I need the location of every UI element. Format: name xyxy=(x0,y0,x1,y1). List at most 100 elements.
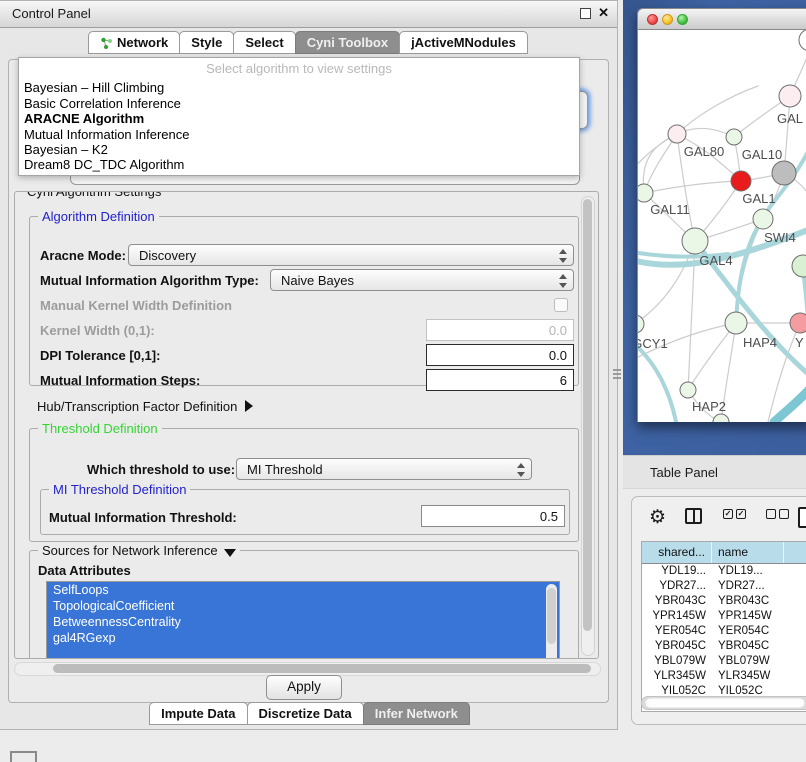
apply-button[interactable]: Apply xyxy=(266,675,342,700)
mi-threshold-input[interactable]: 0.5 xyxy=(421,505,565,527)
list-scrollbar[interactable] xyxy=(546,584,557,659)
data-attributes-list[interactable]: SelfLoops TopologicalCoefficient Between… xyxy=(46,581,560,659)
tab-network[interactable]: Network xyxy=(88,31,180,54)
network-edge[interactable] xyxy=(638,342,676,422)
tab-discretize-data[interactable]: Discretize Data xyxy=(247,702,364,725)
column-header[interactable]: name xyxy=(712,542,784,563)
dropdown-item[interactable]: Bayesian – K2 xyxy=(24,142,108,157)
scrollbar-thumb[interactable] xyxy=(53,664,591,673)
kernel-width-input[interactable]: 0.0 xyxy=(426,319,574,341)
mi-type-label: Mutual Information Algorithm Type: xyxy=(40,273,259,288)
network-node-swi4[interactable] xyxy=(753,209,773,229)
network-node[interactable] xyxy=(772,161,796,185)
dropdown-item[interactable]: Mutual Information Inference xyxy=(24,127,189,142)
mi-steps-label: Mutual Information Steps: xyxy=(40,373,200,388)
network-node-gal1[interactable] xyxy=(731,171,751,191)
unchecked-box-icon xyxy=(766,509,776,519)
table-horizontal-scrollbar[interactable] xyxy=(641,696,806,710)
network-edge[interactable] xyxy=(643,134,677,193)
dropdown-item[interactable]: Bayesian – Hill Climbing xyxy=(24,80,164,95)
network-node-gal11[interactable] xyxy=(638,184,653,202)
settings-horizontal-scrollbar[interactable] xyxy=(14,662,601,676)
network-node-gal10[interactable] xyxy=(726,129,742,145)
attribute-table[interactable]: shared...name YDL19...YDL19...13YDR27...… xyxy=(641,541,806,712)
network-edge[interactable] xyxy=(644,181,741,193)
network-edge[interactable] xyxy=(736,219,763,323)
node-label: GAL11 xyxy=(650,202,690,217)
list-item[interactable]: TopologicalCoefficient xyxy=(47,598,559,614)
column-header[interactable]: shared... xyxy=(642,542,712,563)
panel-title: Control Panel xyxy=(12,6,91,21)
column-header[interactable] xyxy=(784,542,806,563)
list-item[interactable]: gal4RGexp xyxy=(47,630,559,646)
table-panel-title: Table Panel xyxy=(650,465,718,480)
network-edge[interactable] xyxy=(677,86,758,134)
network-node-hap4[interactable] xyxy=(725,312,747,334)
aracne-mode-select[interactable]: Discovery xyxy=(128,244,574,266)
sources-title[interactable]: Sources for Network Inference xyxy=(38,543,240,558)
minimize-traffic-light[interactable] xyxy=(662,14,673,25)
gear-icon[interactable]: ⚙ xyxy=(649,506,666,529)
scrollbar-thumb[interactable] xyxy=(547,588,556,644)
tab-style[interactable]: Style xyxy=(179,31,234,54)
dropdown-item-selected[interactable]: ARACNE Algorithm xyxy=(24,111,144,126)
network-node-hap2[interactable] xyxy=(680,382,696,398)
network-view[interactable]: GALGAL80GAL10GAL1GAL11SWI4GAL4GCY1HAP4YH… xyxy=(637,30,806,422)
threshold-definition-group: Threshold Definition Which threshold to … xyxy=(29,428,579,542)
tab-cyni-toolbox[interactable]: Cyni Toolbox xyxy=(295,31,400,54)
dropdown-item[interactable]: Dream8 DC_TDC Algorithm xyxy=(24,157,184,172)
which-threshold-select[interactable]: MI Threshold xyxy=(236,458,532,480)
tab-select[interactable]: Select xyxy=(233,31,295,54)
panel-splitter-handle[interactable] xyxy=(613,367,621,380)
node-label: SWI4 xyxy=(764,230,796,245)
select-all-checkboxes-icon[interactable]: ✓✓ xyxy=(723,509,749,527)
network-node-gal[interactable] xyxy=(779,85,801,107)
float-window-icon[interactable] xyxy=(580,8,591,19)
panel-corner-button[interactable] xyxy=(10,751,37,762)
close-icon[interactable]: ✕ xyxy=(598,5,609,21)
table-row[interactable]: YLR345WYLR345W9. xyxy=(642,669,806,684)
network-view-window[interactable]: GALGAL80GAL10GAL1GAL11SWI4GAL4GCY1HAP4YH… xyxy=(637,8,806,422)
network-node-gal80[interactable] xyxy=(668,125,686,143)
network-node-y[interactable] xyxy=(790,313,806,333)
tab-jactivemnodules[interactable]: jActiveMNodules xyxy=(399,31,528,54)
table-row[interactable]: YER054CYER054C8. xyxy=(642,624,806,639)
network-node[interactable] xyxy=(799,30,806,51)
tab-infer-network[interactable]: Infer Network xyxy=(363,702,470,725)
manual-kernel-checkbox[interactable] xyxy=(554,298,568,312)
close-traffic-light[interactable] xyxy=(647,14,658,25)
network-node[interactable] xyxy=(792,255,806,277)
table-row[interactable]: YDR27...YDR27...12 xyxy=(642,579,806,594)
zoom-traffic-light[interactable] xyxy=(677,14,688,25)
scrollbar-thumb[interactable] xyxy=(645,698,805,708)
hub-definition-expander[interactable]: Hub/Transcription Factor Definition xyxy=(37,399,253,414)
table-row[interactable]: YBR045CYBR045C9. xyxy=(642,639,806,654)
network-edge[interactable] xyxy=(644,134,677,193)
tab-impute-data[interactable]: Impute Data xyxy=(149,702,247,725)
deselect-all-checkboxes-icon[interactable] xyxy=(766,509,792,527)
table-row[interactable]: YBL079WYBL079W xyxy=(642,654,806,669)
mi-steps-input[interactable]: 6 xyxy=(426,369,574,391)
columns-icon[interactable] xyxy=(685,508,702,524)
network-edge[interactable] xyxy=(774,382,806,422)
network-edge[interactable] xyxy=(688,323,736,390)
table-row[interactable]: YBR043CYBR043C xyxy=(642,594,806,609)
scrollbar-thumb[interactable] xyxy=(583,199,592,631)
table-row[interactable]: YPR145WYPR145W9. xyxy=(642,609,806,624)
network-node-gal4[interactable] xyxy=(682,228,708,254)
settings-vertical-scrollbar[interactable] xyxy=(581,196,595,656)
mi-algorithm-type-select[interactable]: Naive Bayes xyxy=(270,269,574,291)
network-window-titlebar[interactable] xyxy=(637,8,806,30)
table-panel-header[interactable]: Table Panel xyxy=(623,455,806,489)
table-cell: YPR145W xyxy=(712,609,784,624)
dpi-tolerance-input[interactable]: 0.0 xyxy=(426,344,574,366)
list-item[interactable]: BetweennessCentrality xyxy=(47,614,559,630)
attribute-table-header: shared...name xyxy=(642,542,806,564)
control-panel-titlebar[interactable]: Control Panel ✕ xyxy=(0,1,617,28)
table-cell: YBR043C xyxy=(642,594,712,609)
table-row[interactable]: YDL19...YDL19...13 xyxy=(642,564,806,579)
dropdown-item[interactable]: Basic Correlation Inference xyxy=(24,96,181,111)
list-item[interactable]: SelfLoops xyxy=(47,582,559,598)
new-table-icon[interactable] xyxy=(798,507,806,528)
network-node[interactable] xyxy=(713,414,729,422)
